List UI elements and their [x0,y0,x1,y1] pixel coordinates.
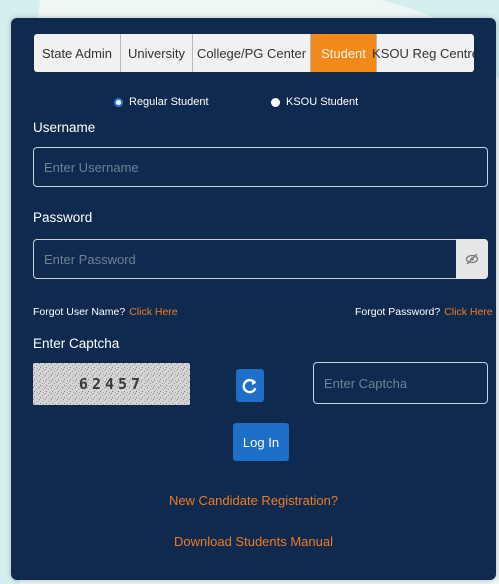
password-label: Password [33,210,93,225]
new-candidate-registration-link[interactable]: New Candidate Registration? [11,493,496,508]
eye-slash-icon [465,253,479,265]
radio-checked-icon [114,97,123,107]
tab-student[interactable]: Student [311,34,377,72]
download-students-manual-link[interactable]: Download Students Manual [11,534,496,549]
refresh-icon [242,378,257,393]
tab-college-pg-center[interactable]: College/PG Center [193,34,311,72]
tab-state-admin[interactable]: State Admin [34,34,121,72]
tab-university[interactable]: University [121,34,193,72]
captcha-label: Enter Captcha [33,336,120,351]
radio-regular-student-label: Regular Student [129,96,209,108]
toggle-password-visibility-button[interactable] [456,239,488,279]
radio-regular-student[interactable]: Regular Student [114,96,209,108]
tab-ksou-reg-centre[interactable]: KSOU Reg Centre [372,34,474,72]
forgot-password-link[interactable]: Click Here [444,306,492,318]
username-input[interactable] [33,147,488,187]
captcha-input[interactable] [313,362,488,404]
login-button[interactable]: Log In [233,423,289,461]
radio-ksou-student-label: KSOU Student [286,96,359,108]
username-label: Username [33,120,96,135]
captcha-image: 62457 [33,363,190,405]
forgot-password-row: Forgot Password? Click Here [355,306,493,318]
captcha-code: 62457 [78,375,145,393]
forgot-username-row: Forgot User Name? Click Here [33,306,178,318]
password-input[interactable] [33,239,488,279]
student-type-radio-group: Regular Student KSOU Student [11,96,496,114]
login-panel: State Admin University College/PG Center… [11,18,496,580]
role-tabs: State Admin University College/PG Center… [34,34,474,72]
radio-ksou-student[interactable]: KSOU Student [271,96,358,108]
forgot-username-text: Forgot User Name? [33,306,126,318]
refresh-captcha-button[interactable] [236,369,264,402]
forgot-username-link[interactable]: Click Here [129,306,177,318]
radio-unchecked-icon [271,97,280,107]
forgot-password-text: Forgot Password? [355,306,441,318]
